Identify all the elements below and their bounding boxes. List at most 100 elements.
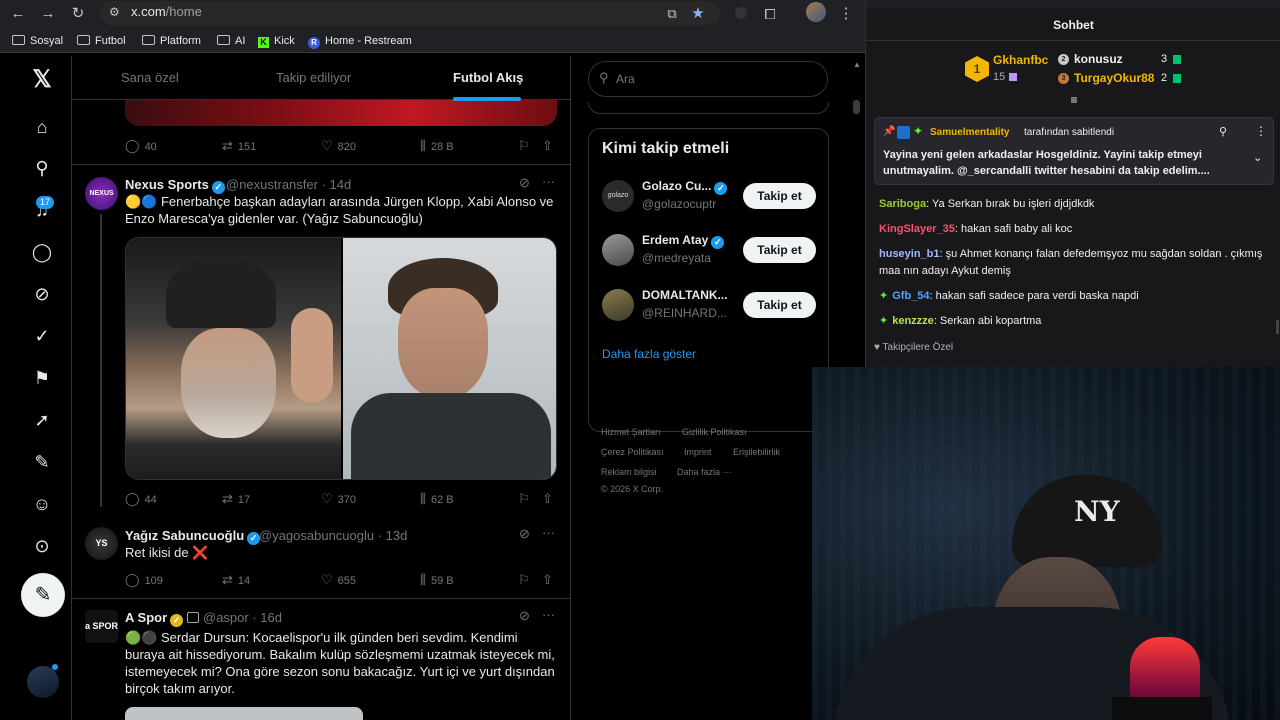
like-button[interactable]: ♡ 370: [321, 491, 356, 507]
like-button[interactable]: ♡ 820: [321, 138, 356, 154]
scroll-up-arrow-icon[interactable]: ▲: [853, 60, 861, 69]
extensions-puzzle-icon[interactable]: ⧠: [758, 2, 782, 26]
like-button[interactable]: ♡ 655: [321, 572, 356, 588]
unpin-icon[interactable]: ⚲: [1219, 125, 1227, 138]
views-button[interactable]: ⫼ 28 B: [420, 138, 454, 154]
post-handle-time[interactable]: @yagosabuncuoglu · 13d: [259, 528, 407, 543]
grok-explain-icon[interactable]: ⊘: [519, 175, 530, 191]
footer-link-cookies[interactable]: Çerez Politikası: [601, 447, 664, 457]
bookmark-platform[interactable]: Platform: [142, 32, 201, 50]
menu-kebab-icon[interactable]: ⋮: [834, 2, 858, 26]
follow-name[interactable]: Golazo Cu... ✓: [642, 179, 728, 195]
forward-icon[interactable]: →: [36, 2, 60, 26]
views-button[interactable]: ⫼ 59 B: [420, 572, 454, 588]
profile-avatar[interactable]: [806, 2, 826, 22]
grok-icon[interactable]: ⊘: [30, 282, 54, 306]
views-button[interactable]: ⫼ 62 B: [420, 491, 454, 507]
tab-following[interactable]: Takip ediliyor: [276, 70, 351, 85]
post-more-icon[interactable]: ···: [542, 174, 555, 189]
bookmark-sosyal[interactable]: Sosyal: [12, 32, 63, 50]
follow-button[interactable]: Takip et: [743, 237, 816, 263]
chat-username[interactable]: Sariboga: [879, 198, 926, 210]
follow-name[interactable]: Erdem Atay ✓: [642, 233, 725, 249]
footer-link-imprint[interactable]: Imprint: [684, 447, 712, 457]
chat-username[interactable]: KingSlayer_35: [879, 223, 955, 235]
chat-scrollbar-thumb[interactable]: [1276, 320, 1279, 334]
account-avatar[interactable]: [27, 666, 59, 698]
bookmark-futbol[interactable]: Futbol: [77, 32, 126, 50]
reload-icon[interactable]: ↻: [66, 2, 90, 26]
avatar-yagiz[interactable]: YS: [85, 527, 118, 560]
repost-button[interactable]: ⇄ 14: [222, 572, 250, 588]
install-app-icon[interactable]: ⧉: [660, 2, 684, 26]
post-handle-time[interactable]: @nexustransfer · 14d: [226, 177, 351, 192]
scrollbar-thumb[interactable]: [853, 100, 860, 114]
bookmark-restream[interactable]: R Home - Restream: [308, 32, 412, 50]
search-input[interactable]: ⚲ Ara: [588, 61, 828, 97]
share-button[interactable]: ⇧: [542, 491, 558, 507]
post-image[interactable]: [125, 707, 363, 720]
more-icon[interactable]: ⊙: [30, 534, 54, 558]
chat-username[interactable]: Gfb_54: [892, 290, 929, 302]
tab-for-you[interactable]: Sana özel: [121, 70, 179, 85]
post-media[interactable]: [125, 237, 557, 480]
expand-chevron-icon[interactable]: ⌄: [1253, 151, 1262, 164]
messages-icon[interactable]: ◯: [30, 240, 54, 264]
share-button[interactable]: ⇧: [542, 572, 558, 588]
repost-button[interactable]: ⇄ 151: [222, 138, 256, 154]
bookmarks-icon[interactable]: ⚑: [30, 366, 54, 390]
avatar-nexus-sports[interactable]: NEXUS: [85, 177, 118, 210]
compose-post-button[interactable]: ✎: [21, 573, 65, 617]
site-info-icon[interactable]: ⚙: [109, 5, 123, 19]
pinned-by-user[interactable]: Samuelmentality: [930, 127, 1009, 138]
profile-icon[interactable]: ☺: [30, 492, 54, 516]
bookmark-button[interactable]: ⚐: [518, 138, 535, 154]
follow-avatar[interactable]: golazo: [602, 180, 634, 212]
follow-avatar[interactable]: [602, 289, 634, 321]
home-icon[interactable]: ⌂: [30, 115, 54, 139]
rank3-name[interactable]: TurgayOkur88: [1074, 71, 1154, 85]
repost-button[interactable]: ⇄ 17: [222, 491, 250, 507]
reply-button[interactable]: ◯ 44: [125, 491, 157, 507]
follow-name[interactable]: DOMALTANK...: [642, 288, 728, 302]
collapse-leaderboard-icon[interactable]: ≡: [1066, 92, 1082, 108]
footer-link-accessibility[interactable]: Erişilebilirlik: [733, 447, 780, 457]
bookmark-button[interactable]: ⚐: [518, 491, 535, 507]
footer-link-privacy[interactable]: Gizlilik Politikası: [682, 427, 747, 437]
bookmark-ai[interactable]: AI: [217, 32, 245, 50]
bookmark-button[interactable]: ⚐: [518, 572, 535, 588]
chat-username[interactable]: kenzzze: [892, 315, 934, 327]
extension-icon[interactable]: [735, 7, 747, 19]
follow-button[interactable]: Takip et: [743, 183, 816, 209]
bookmark-kick[interactable]: K Kick: [258, 32, 295, 50]
back-icon[interactable]: ←: [6, 2, 30, 26]
post-author-name[interactable]: Nexus Sports ✓: [125, 177, 225, 194]
reply-button[interactable]: ◯ 40: [125, 138, 157, 154]
show-more-link[interactable]: Daha fazla göster: [602, 347, 696, 361]
grok-explain-icon[interactable]: ⊘: [519, 526, 530, 542]
grok-explain-icon[interactable]: ⊘: [519, 608, 530, 624]
footer-link-more[interactable]: Daha fazla ···: [677, 467, 732, 477]
tab-futbol-akis[interactable]: Futbol Akış: [453, 70, 523, 85]
follow-button[interactable]: Takip et: [743, 292, 816, 318]
x-logo-icon[interactable]: 𝕏: [30, 68, 54, 92]
post-more-icon[interactable]: ···: [542, 525, 555, 540]
communities-edit-icon[interactable]: ✎: [30, 450, 54, 474]
post-handle-time[interactable]: @aspor · 16d: [203, 610, 282, 625]
chat-username[interactable]: huseyin_b1: [879, 248, 940, 260]
jobs-rocket-icon[interactable]: ➚: [30, 408, 54, 432]
post-image[interactable]: [125, 100, 557, 126]
rank2-name[interactable]: konusuz: [1074, 52, 1123, 66]
search-icon[interactable]: ⚲: [30, 156, 54, 180]
pinned-more-icon[interactable]: ⋮: [1255, 124, 1267, 138]
post-more-icon[interactable]: ···: [542, 607, 555, 622]
bookmark-star-icon[interactable]: ★: [686, 2, 710, 26]
premium-verified-icon[interactable]: ✓: [30, 324, 54, 348]
share-button[interactable]: ⇧: [542, 138, 558, 154]
footer-link-ads-info[interactable]: Reklam bilgisi: [601, 467, 657, 477]
post-author-name[interactable]: A Spor ✓: [125, 610, 200, 627]
avatar-a-spor[interactable]: a SPOR: [85, 610, 118, 643]
rank1-name[interactable]: Gkhanfbc: [993, 53, 1048, 67]
follow-avatar[interactable]: [602, 234, 634, 266]
post-author-name[interactable]: Yağız Sabuncuoğlu ✓: [125, 528, 261, 545]
